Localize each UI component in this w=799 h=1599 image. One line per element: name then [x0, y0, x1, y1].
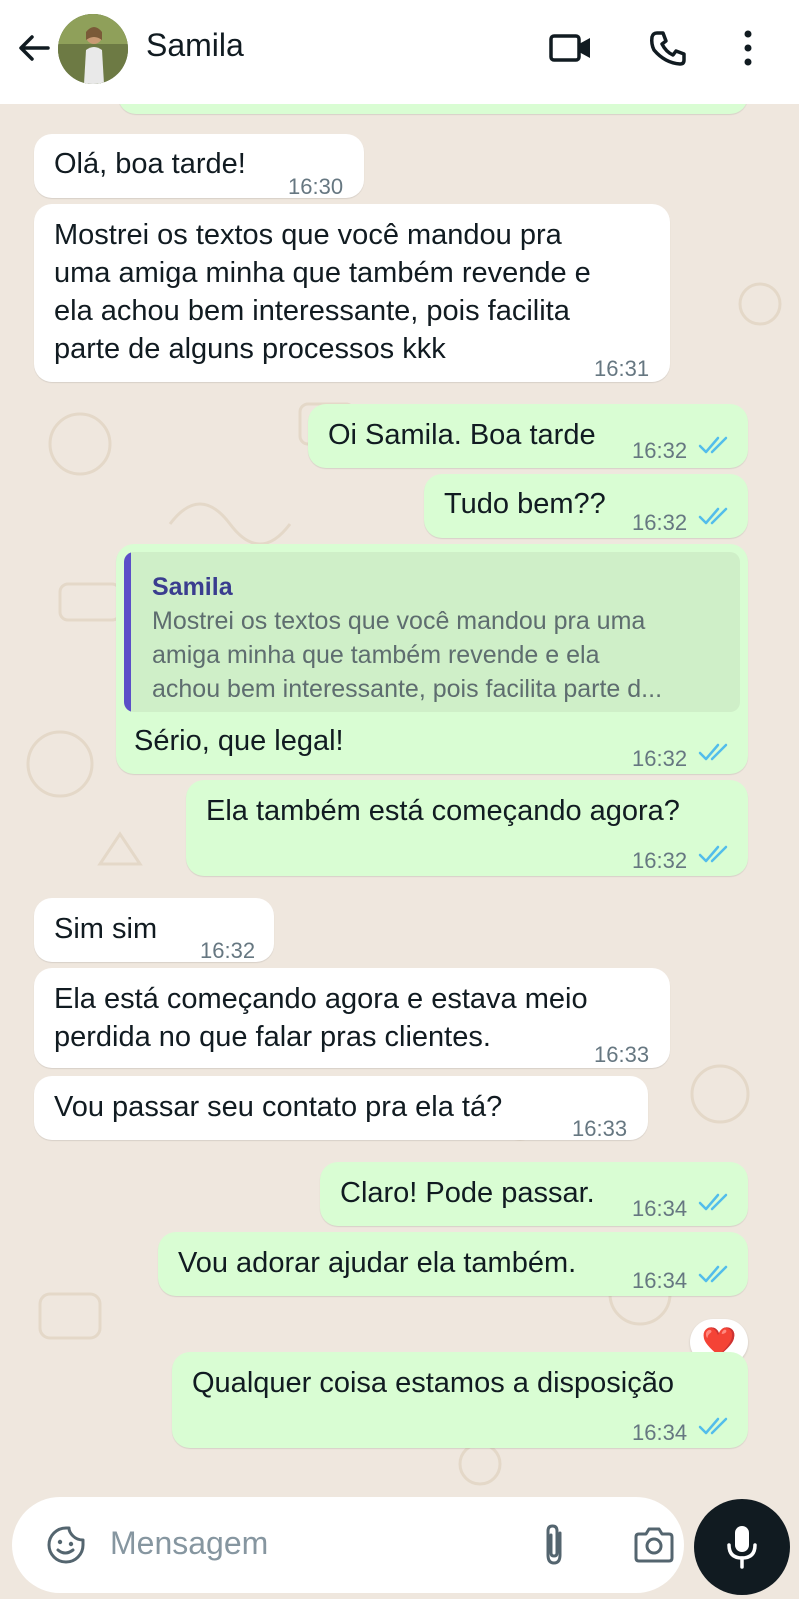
message-text: Sim sim: [54, 913, 158, 945]
message-time: 16:34: [632, 1420, 688, 1445]
message-time: 16:32: [200, 938, 256, 963]
contact-name[interactable]: Samila: [146, 27, 244, 64]
read-ticks-icon: [698, 1417, 728, 1435]
quoted-message[interactable]: Samila Mostrei os textos que você mandou…: [124, 552, 740, 712]
message-time: 16:32: [632, 746, 688, 771]
message-text: Mostrei os textos que você mandou pra um…: [54, 219, 591, 365]
message-time: 16:32: [632, 438, 688, 463]
message-bubble[interactable]: Qualquer coisa estamos a disposição 16:3…: [172, 1352, 748, 1448]
composer-bar: Mensagem: [0, 1495, 799, 1599]
message-text: Tudo bem??: [444, 488, 606, 520]
quote-bar: [124, 552, 131, 712]
message-time: 16:31: [594, 356, 650, 381]
camera-icon[interactable]: [632, 1525, 676, 1565]
video-call-icon[interactable]: [548, 30, 594, 66]
message-bubble[interactable]: Tudo bem?? 16:32: [424, 474, 748, 538]
message-time: 16:33: [594, 1042, 650, 1067]
quote-author: Samila: [152, 573, 233, 601]
message-time: 16:33: [572, 1116, 628, 1141]
mic-icon: [727, 1526, 757, 1569]
message-text: Claro! Pode passar.: [340, 1177, 595, 1209]
message-bubble[interactable]: Ela está começando agora e estava meio p…: [34, 968, 670, 1068]
attach-icon[interactable]: [536, 1521, 572, 1569]
read-ticks-icon: [698, 1193, 728, 1211]
message-text: Qualquer coisa estamos a disposição: [192, 1367, 674, 1399]
read-ticks-icon: [698, 1265, 728, 1283]
message-bubble[interactable]: Olá, boa tarde! 16:30: [34, 134, 364, 199]
more-options-icon[interactable]: [736, 28, 760, 68]
message-time: 16:32: [632, 510, 688, 535]
read-ticks-icon: [698, 436, 728, 454]
quote-text: Mostrei os textos que você mandou pra um…: [152, 607, 663, 703]
message-bubble[interactable]: Oi Samila. Boa tarde 16:32: [308, 404, 748, 468]
message-bubble[interactable]: Sim sim 16:32: [34, 898, 274, 963]
message-text: Ela está começando agora e estava meio p…: [54, 983, 588, 1053]
message-text: Sério, que legal!: [134, 725, 344, 757]
avatar[interactable]: [58, 14, 128, 84]
message-time: 16:34: [632, 1196, 688, 1221]
message-input[interactable]: Mensagem: [12, 1497, 684, 1593]
message-bubble[interactable]: Claro! Pode passar. 16:34: [320, 1162, 748, 1226]
message-text: Vou passar seu contato pra ela tá?: [54, 1091, 503, 1123]
message-time: 16:30: [288, 174, 344, 199]
message-time: 16:32: [632, 848, 688, 873]
message-placeholder: Mensagem: [110, 1525, 269, 1561]
message-bubble-reply[interactable]: Samila Mostrei os textos que você mandou…: [116, 544, 748, 774]
read-ticks-icon: [698, 845, 728, 863]
emoji-sticker-icon[interactable]: [46, 1525, 86, 1565]
mic-button[interactable]: [694, 1499, 790, 1595]
message-text: Ela também está começando agora?: [206, 795, 680, 827]
message-text: Oi Samila. Boa tarde: [328, 419, 596, 451]
read-ticks-icon: [698, 743, 728, 761]
message-text: Vou adorar ajudar ela também.: [178, 1247, 577, 1279]
message-text: Olá, boa tarde!: [54, 148, 246, 180]
back-arrow-icon[interactable]: [14, 28, 54, 68]
message-bubble[interactable]: Vou adorar ajudar ela também. 16:34: [158, 1232, 748, 1296]
message-bubble[interactable]: Ela também está começando agora? 16:32: [186, 780, 748, 876]
read-ticks-icon: [698, 507, 728, 525]
chat-header: Samila: [0, 0, 799, 104]
message-bubble[interactable]: Mostrei os textos que você mandou pra um…: [34, 204, 670, 382]
voice-call-icon[interactable]: [648, 28, 688, 68]
message-bubble[interactable]: Vou passar seu contato pra ela tá? 16:33: [34, 1076, 648, 1141]
message-time: 16:34: [632, 1268, 688, 1293]
